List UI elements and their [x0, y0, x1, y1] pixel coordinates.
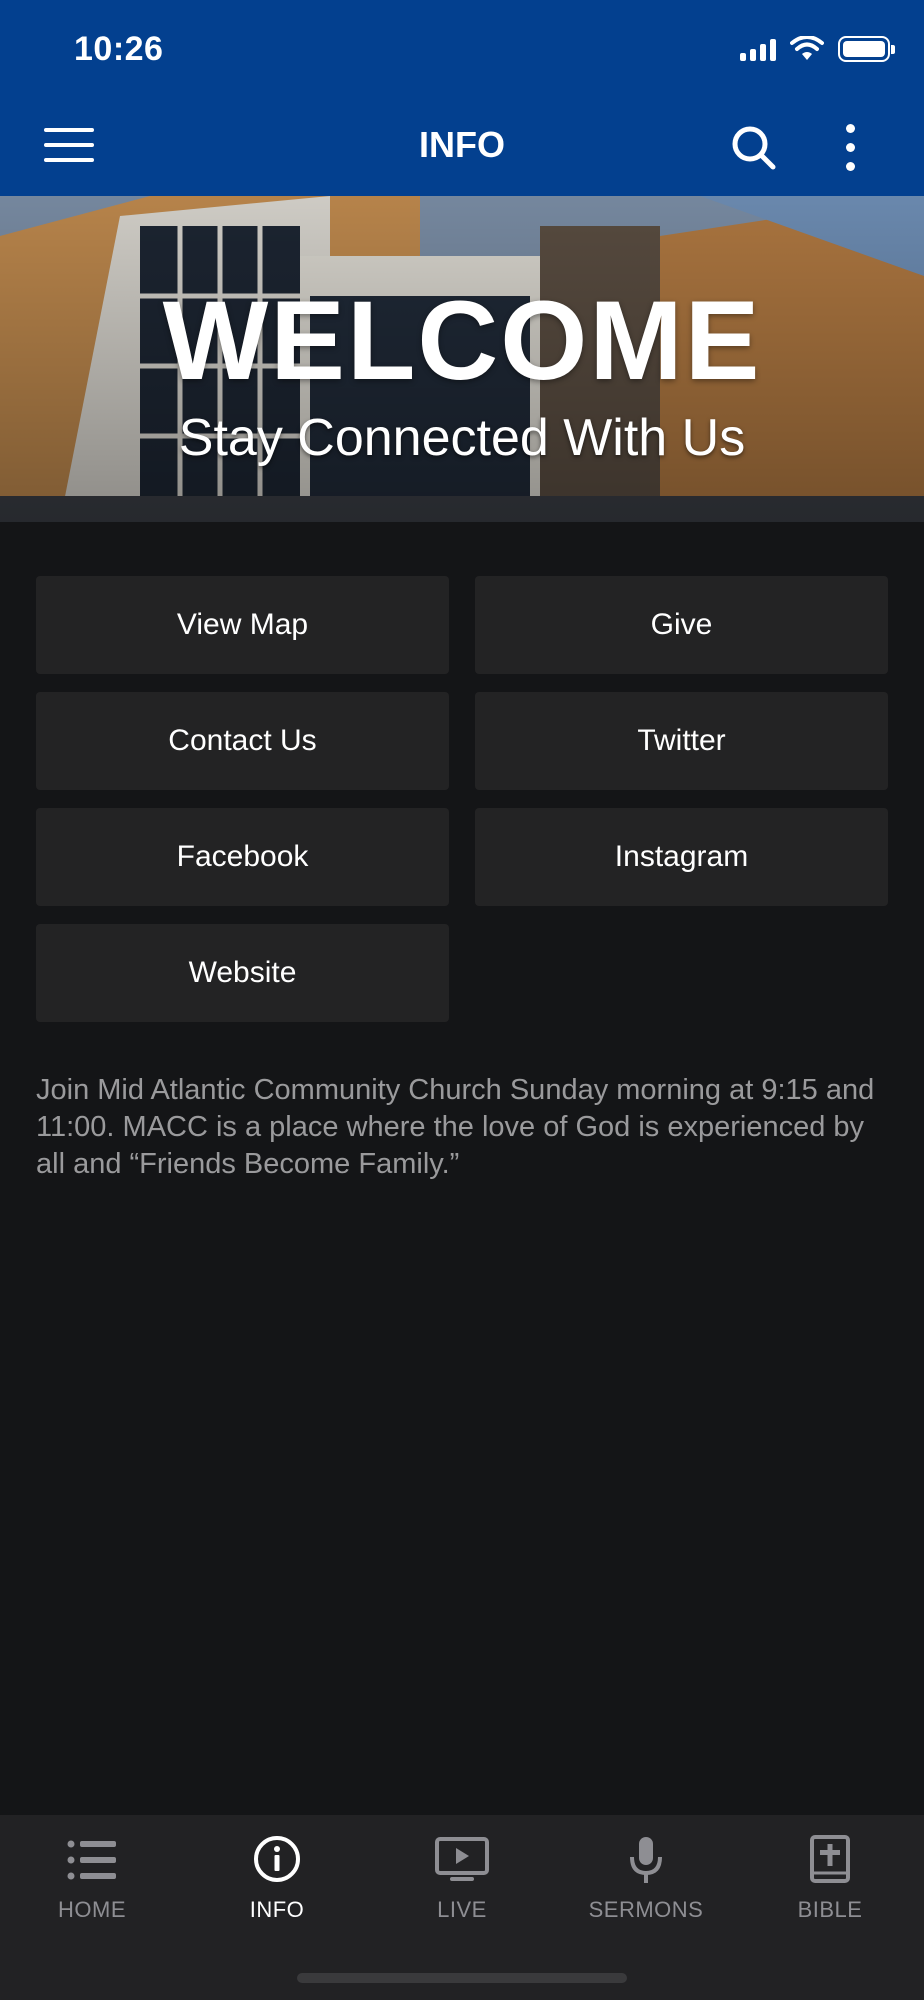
- list-icon: [67, 1840, 116, 1880]
- website-button[interactable]: Website: [36, 924, 449, 1022]
- tab-sermons[interactable]: SERMONS: [554, 1815, 738, 1935]
- tab-info[interactable]: INFO: [185, 1815, 369, 1935]
- tab-home[interactable]: HOME: [0, 1815, 184, 1935]
- tab-live-label: LIVE: [437, 1897, 487, 1922]
- instagram-button[interactable]: Instagram: [475, 808, 888, 906]
- signal-icon: [740, 37, 776, 61]
- info-icon: [254, 1836, 300, 1882]
- view-map-button[interactable]: View Map: [36, 576, 449, 674]
- facebook-button[interactable]: Facebook: [36, 808, 449, 906]
- wifi-icon: [790, 36, 824, 60]
- tab-live[interactable]: LIVE: [370, 1815, 554, 1935]
- search-icon[interactable]: [730, 124, 778, 172]
- status-time: 10:26: [74, 30, 164, 68]
- contact-us-button[interactable]: Contact Us: [36, 692, 449, 790]
- banner-subtitle: Stay Connected With Us: [178, 409, 746, 467]
- tab-bible-label: BIBLE: [797, 1897, 863, 1922]
- play-screen-icon: [435, 1837, 489, 1881]
- battery-icon: [838, 36, 895, 62]
- bible-icon: [810, 1835, 850, 1883]
- info-screen: 10:26 INFO WELCOME Stay Connected With U…: [0, 0, 924, 2000]
- tab-sermons-label: SERMONS: [588, 1897, 704, 1922]
- more-options-icon[interactable]: [840, 124, 864, 172]
- page-title: INFO: [419, 124, 505, 165]
- church-description: Join Mid Atlantic Community Church Sunda…: [36, 1074, 875, 1180]
- bottom-tab-bar: HOME INFO LIVE SERMONS BIBLE: [0, 1815, 924, 2000]
- give-button[interactable]: Give: [475, 576, 888, 674]
- tab-home-label: HOME: [58, 1897, 126, 1922]
- twitter-button[interactable]: Twitter: [475, 692, 888, 790]
- tab-bible[interactable]: BIBLE: [738, 1815, 922, 1935]
- welcome-banner: WELCOME Stay Connected With Us: [0, 196, 924, 522]
- tab-info-label: INFO: [249, 1897, 305, 1922]
- home-indicator: [297, 1973, 627, 1983]
- app-header: 10:26 INFO: [0, 0, 924, 196]
- microphone-icon: [630, 1837, 662, 1883]
- status-icons: [740, 36, 895, 62]
- banner-title: WELCOME: [162, 278, 762, 403]
